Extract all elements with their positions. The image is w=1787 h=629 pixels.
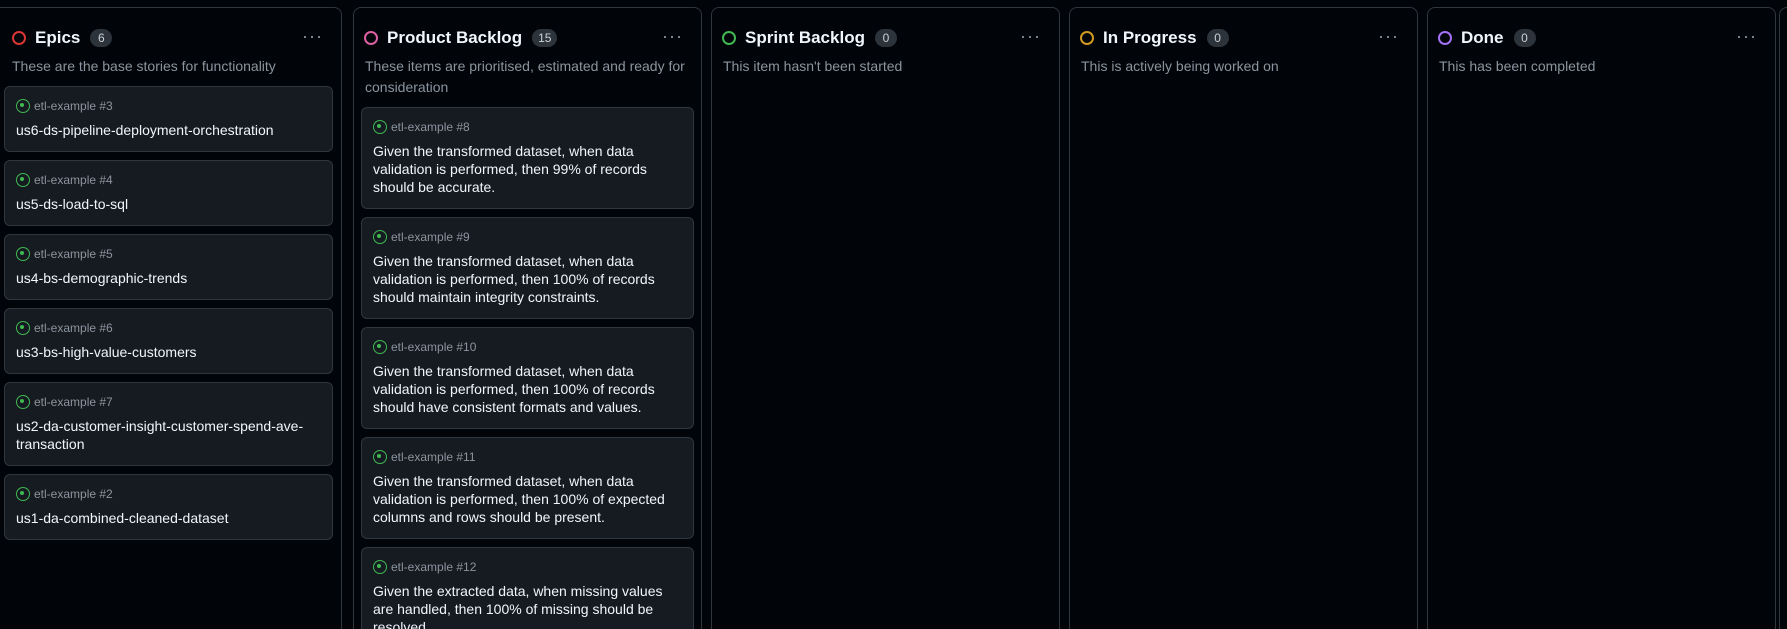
column-in-progress: In Progress 0 ··· This is actively being… — [1069, 7, 1418, 629]
issue-reference: etl-example #5 — [34, 247, 113, 261]
card-meta: etl-example #12 — [373, 559, 682, 575]
issue-open-icon — [373, 560, 387, 574]
card-meta: etl-example #10 — [373, 339, 682, 355]
column-description: These items are prioritised, estimated a… — [365, 58, 685, 95]
issue-open-icon — [16, 321, 30, 335]
issue-reference: etl-example #10 — [391, 340, 477, 354]
column-title: Sprint Backlog — [745, 28, 865, 47]
item-count-badge: 0 — [1206, 29, 1229, 47]
column-header: Epics 6 ··· — [0, 26, 341, 50]
issue-reference: etl-example #8 — [391, 120, 470, 134]
card-meta: etl-example #5 — [16, 246, 321, 262]
card-title[interactable]: Given the extracted data, when missing v… — [373, 582, 682, 629]
issue-reference: etl-example #6 — [34, 321, 113, 335]
issue-reference: etl-example #7 — [34, 395, 113, 409]
column-title: Product Backlog — [387, 28, 523, 47]
status-circle-icon — [722, 31, 736, 45]
issue-card[interactable]: etl-example #11 Given the transformed da… — [361, 437, 694, 539]
card-list: etl-example #8 Given the transformed dat… — [354, 98, 701, 629]
card-title[interactable]: us1-da-combined-cleaned-dataset — [16, 509, 321, 527]
card-title[interactable]: us6-ds-pipeline-deployment-orchestration — [16, 121, 321, 139]
column-menu-icon[interactable]: ··· — [1736, 27, 1757, 45]
column-title: Done — [1461, 28, 1504, 47]
issue-card[interactable]: etl-example #9 Given the transformed dat… — [361, 217, 694, 319]
issue-open-icon — [373, 120, 387, 134]
column-description: These are the base stories for functiona… — [12, 58, 276, 74]
column-menu-icon[interactable]: ··· — [1378, 27, 1399, 45]
issue-reference: etl-example #4 — [34, 173, 113, 187]
issue-reference: etl-example #11 — [391, 450, 476, 464]
project-board: Epics 6 ··· These are the base stories f… — [0, 0, 1787, 629]
card-meta: etl-example #7 — [16, 394, 321, 410]
card-title[interactable]: Given the transformed dataset, when data… — [373, 142, 682, 196]
card-meta: etl-example #11 — [373, 449, 682, 465]
item-count-badge: 0 — [1513, 29, 1536, 47]
issue-open-icon — [373, 230, 387, 244]
column-header: In Progress 0 ··· — [1070, 26, 1417, 50]
issue-card[interactable]: etl-example #7 us2-da-customer-insight-c… — [4, 382, 333, 466]
column-title: In Progress — [1103, 28, 1197, 47]
card-meta: etl-example #3 — [16, 98, 321, 114]
column-menu-icon[interactable]: ··· — [302, 27, 323, 45]
card-title[interactable]: us2-da-customer-insight-customer-spend-a… — [16, 417, 321, 453]
item-count-badge: 6 — [90, 29, 113, 47]
column-sprint-backlog: Sprint Backlog 0 ··· This item hasn't be… — [711, 7, 1060, 629]
column-epics: Epics 6 ··· These are the base stories f… — [0, 7, 342, 629]
column-product-backlog: Product Backlog 15 ··· These items are p… — [353, 7, 702, 629]
issue-card[interactable]: etl-example #3 us6-ds-pipeline-deploymen… — [4, 86, 333, 152]
next-column-edge — [1779, 7, 1787, 629]
card-meta: etl-example #4 — [16, 172, 321, 188]
issue-card[interactable]: etl-example #10 Given the transformed da… — [361, 327, 694, 429]
status-circle-icon — [1438, 31, 1452, 45]
issue-open-icon — [16, 395, 30, 409]
issue-open-icon — [373, 340, 387, 354]
card-title[interactable]: us4-bs-demographic-trends — [16, 269, 321, 287]
issue-open-icon — [16, 487, 30, 501]
issue-card[interactable]: etl-example #5 us4-bs-demographic-trends — [4, 234, 333, 300]
card-meta: etl-example #9 — [373, 229, 682, 245]
card-title[interactable]: Given the transformed dataset, when data… — [373, 252, 682, 306]
issue-open-icon — [373, 450, 387, 464]
column-title: Epics — [35, 28, 81, 47]
item-count-badge: 15 — [532, 29, 558, 47]
card-meta: etl-example #6 — [16, 320, 321, 336]
card-title[interactable]: Given the transformed dataset, when data… — [373, 472, 682, 526]
card-meta: etl-example #2 — [16, 486, 321, 502]
issue-open-icon — [16, 247, 30, 261]
status-circle-icon — [1080, 31, 1094, 45]
issue-reference: etl-example #9 — [391, 230, 470, 244]
column-done: Done 0 ··· This has been completed — [1427, 7, 1776, 629]
status-circle-icon — [364, 31, 378, 45]
issue-card[interactable]: etl-example #12 Given the extracted data… — [361, 547, 694, 629]
issue-reference: etl-example #12 — [391, 560, 477, 574]
issue-card[interactable]: etl-example #2 us1-da-combined-cleaned-d… — [4, 474, 333, 540]
issue-card[interactable]: etl-example #4 us5-ds-load-to-sql — [4, 160, 333, 226]
column-header: Product Backlog 15 ··· — [354, 26, 701, 50]
card-title[interactable]: us5-ds-load-to-sql — [16, 195, 321, 213]
issue-open-icon — [16, 99, 30, 113]
card-list: etl-example #3 us6-ds-pipeline-deploymen… — [0, 77, 341, 540]
card-title[interactable]: Given the transformed dataset, when data… — [373, 362, 682, 416]
column-description: This is actively being worked on — [1081, 58, 1279, 74]
issue-reference: etl-example #2 — [34, 487, 113, 501]
issue-reference: etl-example #3 — [34, 99, 113, 113]
column-header: Sprint Backlog 0 ··· — [712, 26, 1059, 50]
column-header: Done 0 ··· — [1428, 26, 1775, 50]
column-description: This item hasn't been started — [723, 58, 903, 74]
card-meta: etl-example #8 — [373, 119, 682, 135]
column-menu-icon[interactable]: ··· — [1020, 27, 1041, 45]
issue-card[interactable]: etl-example #8 Given the transformed dat… — [361, 107, 694, 209]
column-description: This has been completed — [1439, 58, 1596, 74]
card-title[interactable]: us3-bs-high-value-customers — [16, 343, 321, 361]
status-circle-icon — [12, 31, 26, 45]
issue-card[interactable]: etl-example #6 us3-bs-high-value-custome… — [4, 308, 333, 374]
item-count-badge: 0 — [874, 29, 897, 47]
issue-open-icon — [16, 173, 30, 187]
column-menu-icon[interactable]: ··· — [662, 27, 683, 45]
